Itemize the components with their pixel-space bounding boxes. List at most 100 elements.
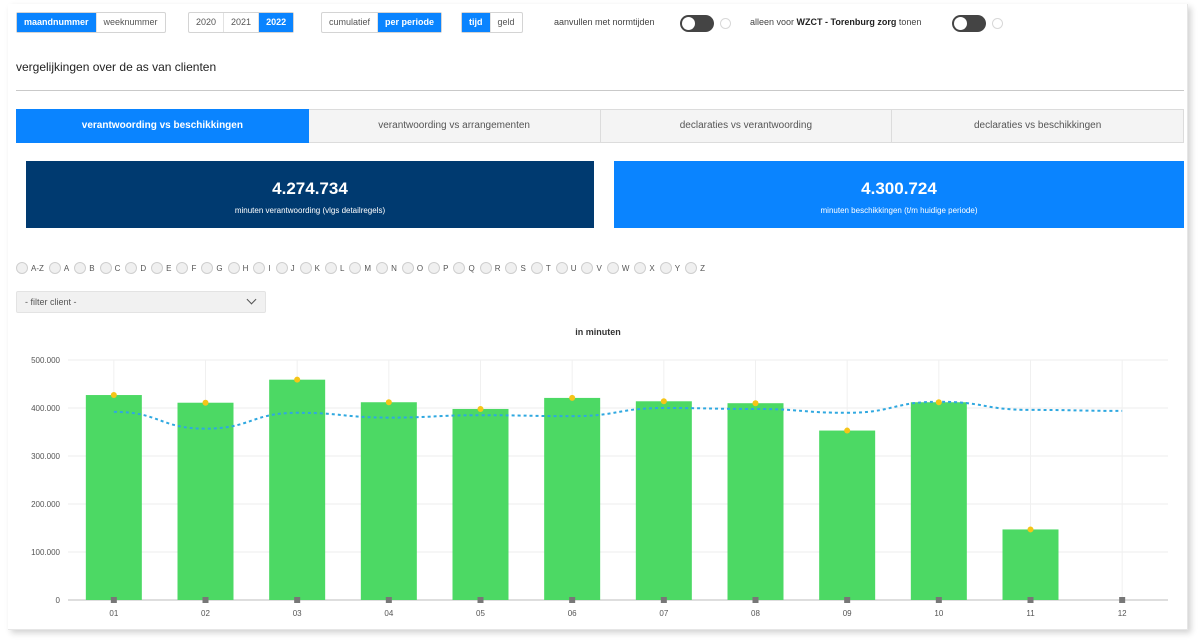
letter-radio-y[interactable]: Y <box>659 261 680 275</box>
radio-circle <box>201 262 214 274</box>
letter-radio-p[interactable]: P <box>428 261 448 275</box>
letter-radio-l[interactable]: L <box>324 261 344 275</box>
letter-radio-a[interactable]: A <box>48 261 70 275</box>
kpi-card-beschikkingen: 4.300.724 minuten beschikkingen (t/m hui… <box>614 161 1184 228</box>
fill-norm-toggle[interactable] <box>680 15 714 32</box>
only-for-toggle[interactable] <box>952 15 986 32</box>
letter-label: I <box>268 263 271 273</box>
y-tick-label: 400.000 <box>31 404 60 413</box>
letter-radio-g[interactable]: G <box>201 261 223 275</box>
letter-radio-b[interactable]: B <box>74 261 95 275</box>
option-tijd[interactable]: tijd <box>462 13 490 32</box>
letter-radio-z[interactable]: Z <box>685 261 705 275</box>
letter-radio-r[interactable]: R <box>479 261 500 275</box>
option-year-2021[interactable]: 2021 <box>223 13 258 32</box>
letter-radio-u[interactable]: U <box>555 261 577 275</box>
radio-circle <box>581 262 594 274</box>
radio-circle <box>16 262 28 274</box>
option-year-2020[interactable]: 2020 <box>189 13 223 32</box>
letter-label: A-Z <box>31 263 44 273</box>
letter-radio-h[interactable]: H <box>227 261 248 275</box>
bar-marker <box>569 394 576 401</box>
letter-radio-d[interactable]: D <box>125 261 146 275</box>
letter-radio-e[interactable]: E <box>151 261 171 275</box>
letter-radio-m[interactable]: M <box>349 261 371 275</box>
tab-verantwoording-vs-arrangementen[interactable]: verantwoording vs arrangementen <box>308 109 601 143</box>
tab-declaraties-vs-beschikkingen[interactable]: declaraties vs beschikkingen <box>892 109 1184 143</box>
y-tick-label: 500.000 <box>31 356 60 365</box>
fill-norm-toggle-indicator <box>720 18 731 29</box>
letter-label: G <box>216 263 223 273</box>
x-axis-marker <box>1027 597 1034 603</box>
letter-radio-j[interactable]: J <box>275 261 295 275</box>
x-tick-label: 04 <box>384 609 393 618</box>
letter-label: F <box>191 263 197 273</box>
only-for-suffix: tonen <box>898 17 922 27</box>
radio-circle <box>479 262 492 274</box>
bar <box>360 402 417 600</box>
y-tick-label: 300.000 <box>31 452 60 461</box>
letter-radio-x[interactable]: X <box>634 261 655 275</box>
x-tick-label: 05 <box>476 609 485 618</box>
bar-marker <box>935 399 942 406</box>
letter-radio-v[interactable]: V <box>581 261 602 275</box>
bar-marker <box>1027 526 1034 533</box>
tab-declaraties-vs-verantwoording[interactable]: declaraties vs verantwoording <box>600 109 893 143</box>
letter-radio-a-z[interactable]: A-Z <box>16 261 44 275</box>
bar <box>177 402 234 600</box>
fill-norm-label: aanvullen met normtijden <box>554 17 655 27</box>
letter-radio-c[interactable]: C <box>99 261 121 275</box>
bar-marker <box>844 427 851 434</box>
x-axis-marker <box>752 597 759 603</box>
tab-verantwoording-vs-beschikkingen[interactable]: verantwoording vs beschikkingen <box>16 109 309 143</box>
radio-circle <box>125 262 138 274</box>
x-axis-marker <box>660 597 667 603</box>
letter-radio-w[interactable]: W <box>606 261 629 275</box>
letter-radio-k[interactable]: K <box>299 261 320 275</box>
y-tick-label: 200.000 <box>31 500 60 509</box>
x-tick-label: 01 <box>109 609 118 618</box>
letter-label: U <box>570 263 577 273</box>
radio-circle <box>659 262 672 274</box>
kpi-value: 4.300.724 <box>861 179 937 198</box>
x-tick-label: 03 <box>293 609 302 618</box>
letter-radio-i[interactable]: I <box>253 261 271 275</box>
x-tick-label: 07 <box>659 609 668 618</box>
bar <box>452 408 509 600</box>
kpi-value: 4.274.734 <box>272 179 348 198</box>
option-cumulatief[interactable]: cumulatief <box>322 13 377 32</box>
letter-radio-t[interactable]: T <box>530 261 551 275</box>
option-geld[interactable]: geld <box>489 13 522 32</box>
letter-label: A <box>63 263 70 273</box>
section-title: vergelijkingen over de as van clienten <box>16 60 217 74</box>
option-weeknummer[interactable]: weeknummer <box>95 13 165 32</box>
letter-radio-f[interactable]: F <box>176 261 196 275</box>
chart-svg: 0 100.000 200.000 300.000 400.000 500.000 01 02… <box>31 356 1168 618</box>
radio-circle <box>275 262 288 274</box>
y-tick-label: 100.000 <box>31 548 60 557</box>
option-per-periode[interactable]: per periode <box>377 13 442 32</box>
x-axis-marker <box>1119 597 1126 603</box>
radio-circle <box>428 262 441 274</box>
letter-label: J <box>290 263 295 273</box>
filter-client-select[interactable]: - filter client - <box>16 291 266 313</box>
letter-radio-q[interactable]: Q <box>453 261 475 275</box>
only-for-prefix: alleen voor <box>750 17 795 27</box>
letter-radio-n[interactable]: N <box>376 261 397 275</box>
radio-circle <box>151 262 164 274</box>
letter-label: E <box>166 263 172 273</box>
minutes-chart: in minuten 0 100.000 200.000 300.000 400.000… <box>8 322 1188 627</box>
bar-marker <box>110 392 117 399</box>
x-axis-marker <box>477 597 484 603</box>
option-maandnummer[interactable]: maandnummer <box>17 13 96 32</box>
option-year-2022[interactable]: 2022 <box>258 13 294 32</box>
only-for-label: alleen voor WZCT - Torenburg zorg tonen <box>750 12 921 33</box>
radio-circle <box>299 262 312 274</box>
letter-radio-o[interactable]: O <box>401 261 423 275</box>
letter-label: C <box>114 263 121 273</box>
bar <box>727 403 784 600</box>
letter-label: X <box>649 263 655 273</box>
letter-label: S <box>520 263 526 273</box>
bar <box>819 430 876 600</box>
letter-radio-s[interactable]: S <box>505 261 526 275</box>
